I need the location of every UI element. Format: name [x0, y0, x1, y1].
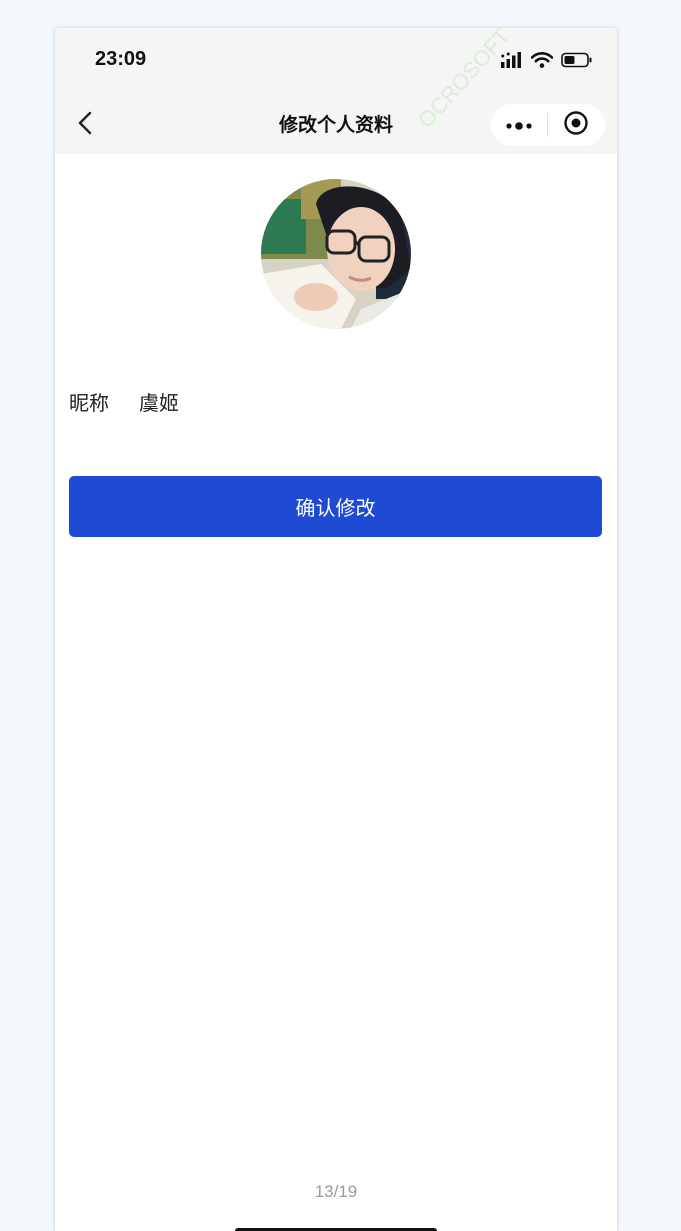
phone-screen: 23:09 修改个人资料 OCROSOFT 昵称 虞姬 确认修改 13/19	[55, 28, 617, 1231]
target-circle-icon	[563, 110, 589, 140]
more-dots-icon	[505, 116, 533, 135]
nickname-label: 昵称	[69, 390, 109, 415]
confirm-button[interactable]: 确认修改	[69, 476, 602, 537]
top-bar: 23:09 修改个人资料	[55, 28, 617, 154]
battery-icon	[561, 52, 593, 72]
mini-program-capsule	[491, 104, 605, 146]
status-time: 23:09	[95, 48, 147, 70]
nickname-row: 昵称 虞姬	[69, 386, 219, 416]
page-counter: 13/19	[314, 1182, 358, 1201]
signal-icon	[501, 52, 523, 72]
avatar[interactable]	[261, 179, 411, 329]
wifi-icon	[530, 52, 554, 72]
more-button[interactable]	[491, 104, 547, 146]
nickname-input[interactable]: 虞姬	[139, 387, 219, 416]
close-miniprogram-button[interactable]	[548, 104, 604, 146]
status-icons	[501, 52, 593, 72]
